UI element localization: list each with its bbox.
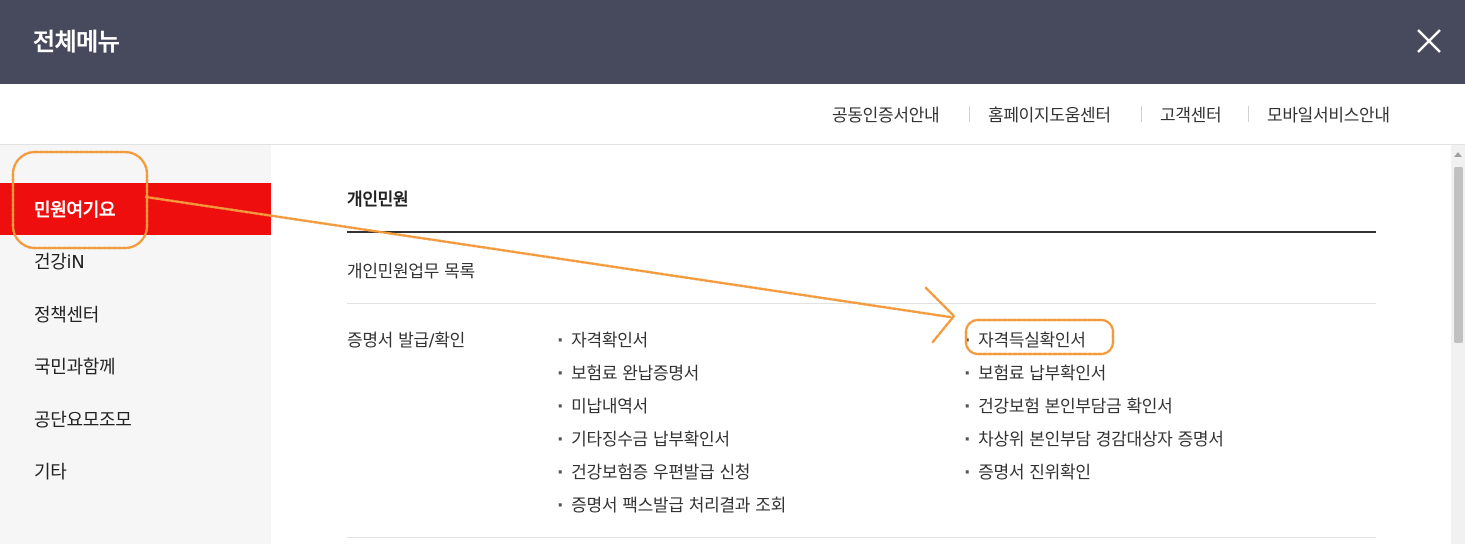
menu-link-qualification-history[interactable]: 자격득실확인서	[964, 326, 1086, 351]
sidebar-item-minwon[interactable]: 민원여기요	[0, 183, 271, 235]
scroll-thumb[interactable]	[1454, 167, 1463, 343]
menu-link-other-payment-cert[interactable]: 기타징수금 납부확인서	[557, 425, 730, 450]
menu-link-cert-authenticity[interactable]: 증명서 진위확인	[964, 458, 1091, 483]
menu-link-fax-result[interactable]: 증명서 팩스발급 처리결과 조회	[557, 491, 786, 516]
menu-link-near-poverty-cert[interactable]: 차상위 본인부담 경감대상자 증명서	[964, 425, 1224, 450]
util-link-customer-center[interactable]: 고객센터	[1160, 101, 1222, 126]
menu-header: 전체메뉴	[0, 0, 1465, 84]
divider	[1248, 106, 1249, 122]
sidebar-item-label: 공단요모조모	[34, 410, 132, 431]
menu-link-premium-paid-cert[interactable]: 보험료 완납증명서	[557, 359, 699, 384]
menu-link-unpaid-details[interactable]: 미납내역서	[557, 392, 648, 417]
divider	[347, 537, 1376, 538]
sidebar: 민원여기요 건강iN 정책센터 국민과함께 공단요모조모 기타	[0, 145, 271, 544]
main-content: 개인민원 개인민원업무 목록 증명서 발급/확인 자격확인서 보험료 완납증명서…	[271, 145, 1451, 544]
menu-link-copay-confirm[interactable]: 건강보험 본인부담금 확인서	[964, 392, 1173, 417]
divider	[969, 106, 970, 122]
sidebar-item-label: 건강iN	[34, 252, 85, 273]
utility-bar: 공동인증서안내 홈페이지도움센터 고객센터 모바일서비스안내	[0, 84, 1465, 145]
scroll-up-arrow-icon[interactable]	[1451, 149, 1465, 161]
sidebar-item-corporation-info[interactable]: 공단요모조모	[0, 393, 271, 445]
util-link-certificate[interactable]: 공동인증서안내	[832, 101, 940, 126]
sidebar-item-label: 기타	[34, 462, 67, 483]
sidebar-item-label: 국민과함께	[34, 357, 116, 378]
close-icon	[1417, 29, 1441, 53]
sidebar-item-policy-center[interactable]: 정책센터	[0, 288, 271, 340]
scrollbar[interactable]	[1451, 145, 1465, 544]
divider	[347, 231, 1376, 233]
sidebar-item-etc[interactable]: 기타	[0, 445, 271, 497]
sidebar-item-health-in[interactable]: 건강iN	[0, 235, 271, 287]
divider	[347, 303, 1376, 304]
close-button[interactable]	[1410, 22, 1450, 62]
divider	[1141, 106, 1142, 122]
sidebar-item-label: 민원여기요	[34, 200, 116, 221]
sidebar-item-label: 정책센터	[34, 305, 100, 326]
sidebar-item-with-people[interactable]: 국민과함께	[0, 340, 271, 392]
menu-link-card-mail-request[interactable]: 건강보험증 우편발급 신청	[557, 458, 750, 483]
menu-link-qualification-confirm[interactable]: 자격확인서	[557, 326, 648, 351]
menu-row-title[interactable]: 개인민원업무 목록	[347, 257, 475, 282]
menu-link-premium-payment-confirm[interactable]: 보험료 납부확인서	[964, 359, 1106, 384]
util-link-mobile-service[interactable]: 모바일서비스안내	[1267, 101, 1390, 126]
section-title: 개인민원	[347, 190, 409, 210]
page-title: 전체메뉴	[33, 28, 120, 56]
util-link-help-center[interactable]: 홈페이지도움센터	[988, 101, 1111, 126]
menu-row-title: 증명서 발급/확인	[347, 331, 465, 351]
